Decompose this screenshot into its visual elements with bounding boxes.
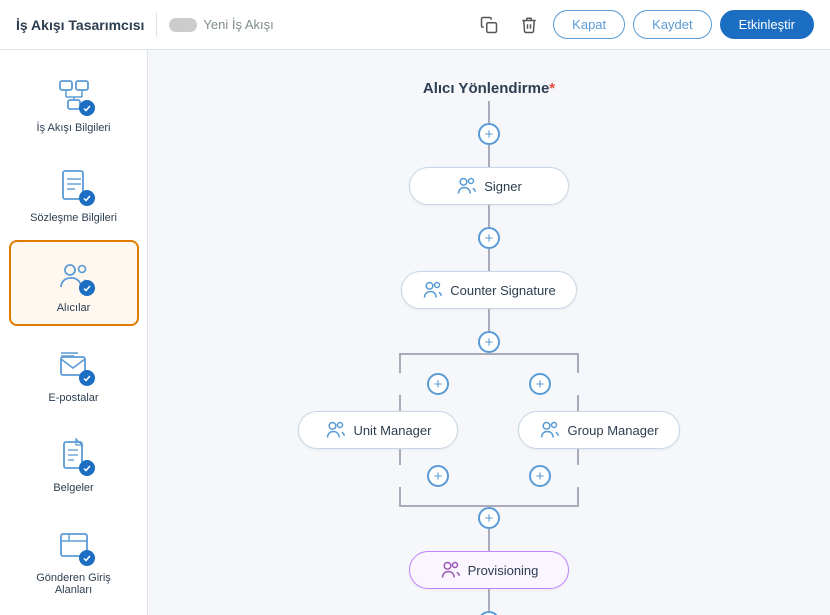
counter-signature-icon — [422, 280, 442, 300]
epostalar-badge — [79, 370, 95, 386]
app-title: İş Akışı Tasarımcısı — [16, 17, 144, 33]
flow-title: Alıcı Yönlendirme* — [423, 80, 555, 97]
provisioning-node[interactable]: Provisioning — [409, 551, 569, 589]
sidebar-item-is-akisi[interactable]: İş Akışı Bilgileri — [9, 60, 139, 146]
gonderen-icon-wrap — [51, 522, 97, 568]
add-button-final[interactable]: + — [478, 611, 500, 615]
is-akisi-badge — [79, 100, 95, 116]
add-button-left-bottom[interactable]: + — [427, 465, 449, 487]
branch-nodes-row: Unit Manager Group Manager — [298, 411, 679, 449]
branch-v-right-2 — [577, 395, 579, 411]
add-button-right-bottom[interactable]: + — [529, 465, 551, 487]
add-button-2[interactable]: + — [478, 227, 500, 249]
merge-h-line — [399, 505, 579, 507]
arrow-7 — [488, 589, 490, 611]
branch-v-left-2 — [399, 395, 401, 411]
sidebar-item-epostalar[interactable]: E-postalar — [9, 330, 139, 416]
belgeler-icon-wrap — [51, 432, 97, 478]
add-button-1[interactable]: + — [478, 123, 500, 145]
counter-signature-label: Counter Signature — [450, 283, 556, 298]
flow-canvas: Alıcı Yönlendirme* + Signer + — [148, 50, 830, 615]
sidebar-item-sozlesme[interactable]: Sözleşme Bilgileri — [9, 150, 139, 236]
delete-button[interactable] — [513, 9, 545, 41]
sidebar-item-belgeler[interactable]: Belgeler — [9, 420, 139, 506]
alicilar-badge — [79, 280, 95, 296]
branch-v-right — [577, 353, 579, 373]
sidebar-label-sozlesme: Sözleşme Bilgileri — [30, 212, 117, 224]
arrow-6 — [488, 529, 490, 551]
toggle-switch[interactable] — [169, 18, 197, 32]
arrow-3 — [488, 205, 490, 227]
merge-v-lines — [319, 449, 659, 465]
provisioning-icon — [440, 560, 460, 580]
belgeler-badge — [79, 460, 95, 476]
branch-section: + + Unit Manager — [239, 353, 739, 507]
arrow-4 — [488, 249, 490, 271]
sidebar-label-gonderen: Gönderen Giriş Alanları — [19, 572, 129, 596]
copy-button[interactable] — [473, 9, 505, 41]
sidebar-label-epostalar: E-postalar — [48, 392, 98, 404]
unit-manager-icon — [325, 420, 345, 440]
sidebar: İş Akışı Bilgileri Sözleşme Bilgileri — [0, 50, 148, 615]
merge-v-right — [577, 449, 579, 465]
signer-node[interactable]: Signer — [409, 167, 569, 205]
flow-diagram: Alıcı Yönlendirme* + Signer + — [239, 70, 739, 615]
branch-spacer — [401, 353, 577, 373]
branch-plus-row: + + — [319, 373, 659, 395]
arrow-5 — [488, 309, 490, 331]
workflow-subtitle: Yeni İş Akışı — [169, 17, 273, 32]
arrow-1 — [488, 101, 490, 123]
signer-label: Signer — [484, 179, 522, 194]
close-button[interactable]: Kapat — [553, 10, 625, 39]
arrow-2 — [488, 145, 490, 167]
sidebar-label-alicilar: Alıcılar — [57, 302, 91, 314]
main-layout: İş Akışı Bilgileri Sözleşme Bilgileri — [0, 50, 830, 615]
branch-h-line — [399, 353, 579, 355]
workflow-name: Yeni İş Akışı — [203, 17, 273, 32]
gonderen-badge — [79, 550, 95, 566]
branch-plus-bottom-row: + + — [319, 465, 659, 487]
signer-icon — [456, 176, 476, 196]
add-button-right[interactable]: + — [529, 373, 551, 395]
merge-spacer — [401, 487, 577, 507]
group-manager-node[interactable]: Group Manager — [518, 411, 679, 449]
activate-button[interactable]: Etkinleştir — [720, 10, 814, 39]
branch-merge-line — [319, 487, 659, 507]
sidebar-label-is-akisi: İş Akışı Bilgileri — [37, 122, 111, 134]
sozlesme-icon-wrap — [51, 162, 97, 208]
add-button-3[interactable]: + — [478, 331, 500, 353]
save-button[interactable]: Kaydet — [633, 10, 711, 39]
sidebar-label-belgeler: Belgeler — [53, 482, 93, 494]
header-actions: Kapat Kaydet Etkinleştir — [473, 9, 814, 41]
app-header: İş Akışı Tasarımcısı Yeni İş Akışı Kapat… — [0, 0, 830, 50]
sidebar-item-gonderen[interactable]: Gönderen Giriş Alanları — [9, 510, 139, 608]
counter-signature-node[interactable]: Counter Signature — [401, 271, 577, 309]
branch-split-line — [319, 353, 659, 373]
sidebar-item-alicilar[interactable]: Alıcılar — [9, 240, 139, 326]
add-button-after-branch[interactable]: + — [478, 507, 500, 529]
alicilar-icon-wrap — [51, 252, 97, 298]
is-akisi-icon-wrap — [51, 72, 97, 118]
epostalar-icon-wrap — [51, 342, 97, 388]
add-button-left[interactable]: + — [427, 373, 449, 395]
unit-manager-node[interactable]: Unit Manager — [298, 411, 458, 449]
sozlesme-badge — [79, 190, 95, 206]
branch-v-lines — [319, 395, 659, 411]
header-divider — [156, 13, 157, 37]
merge-v-right-2 — [577, 487, 579, 507]
provisioning-label: Provisioning — [468, 563, 539, 578]
group-manager-label: Group Manager — [567, 423, 658, 438]
unit-manager-label: Unit Manager — [353, 423, 431, 438]
group-manager-icon — [539, 420, 559, 440]
merge-v-left — [399, 449, 401, 465]
